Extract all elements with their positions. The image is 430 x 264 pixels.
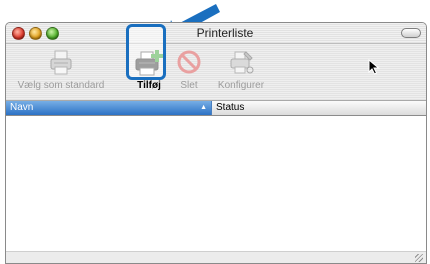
column-header-navn[interactable]: Navn ▲: [6, 101, 212, 115]
configure-button[interactable]: Konfigurer: [210, 48, 272, 91]
resize-grip-icon[interactable]: [415, 254, 423, 262]
configure-icon: [230, 51, 254, 74]
window-footer: [6, 251, 426, 263]
add-printer-label: Tilføj: [137, 80, 161, 91]
printer-list[interactable]: [6, 116, 426, 251]
delete-icon: [177, 50, 201, 74]
add-button-highlight: [126, 24, 166, 80]
configure-label: Konfigurer: [217, 80, 265, 91]
mouse-pointer-icon: [368, 59, 380, 75]
printer-list-window: Printerliste Vælg som standard Tilføj Sl…: [5, 22, 427, 264]
delete-button[interactable]: Slet: [174, 48, 204, 91]
list-header: Navn ▲ Status: [6, 101, 426, 116]
set-default-label: Vælg som standard: [17, 80, 105, 91]
column-header-status-label: Status: [216, 102, 245, 113]
sort-ascending-icon: ▲: [200, 104, 207, 111]
title-bar[interactable]: Printerliste: [6, 23, 426, 44]
default-printer-icon: [50, 50, 72, 75]
toolbar: Vælg som standard Tilføj Slet Konfigurer: [6, 44, 426, 101]
window-title: Printerliste: [196, 26, 254, 40]
toolbar-toggle-button[interactable]: [401, 28, 421, 38]
set-default-button[interactable]: Vælg som standard: [8, 48, 114, 91]
delete-label: Slet: [180, 80, 198, 91]
column-header-navn-label: Navn: [10, 102, 34, 113]
column-header-status[interactable]: Status: [212, 101, 426, 115]
